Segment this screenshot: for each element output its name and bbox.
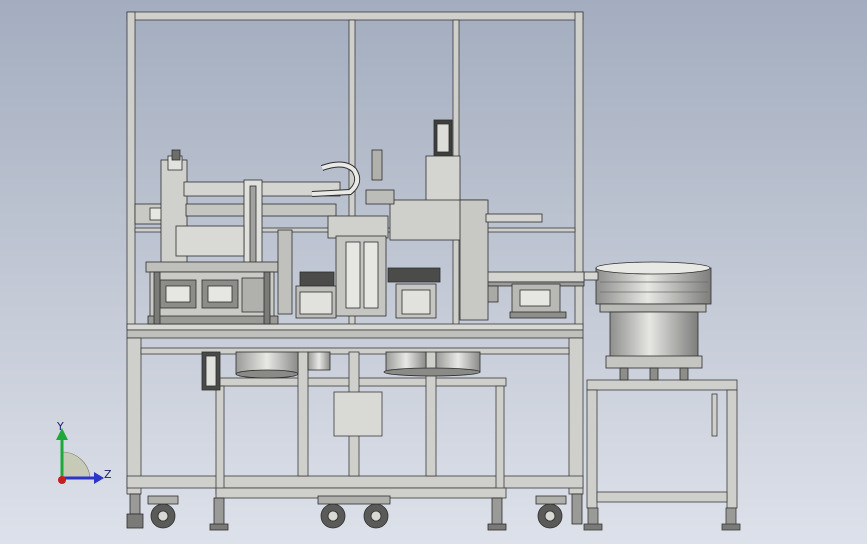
coordinate-triad-icon: Y Z (56, 420, 112, 484)
main-table-casters (126, 493, 583, 531)
assembly-model[interactable]: Y Z (0, 0, 867, 544)
central-assembly-head[interactable] (277, 119, 543, 321)
cad-viewport[interactable]: Y Z (0, 0, 867, 544)
table-top (126, 323, 584, 339)
feeder-stand (583, 379, 741, 531)
base-frame (126, 337, 584, 499)
triad-z-label: Z (104, 468, 112, 481)
triad-y-label: Y (56, 420, 64, 433)
linear-feed-track[interactable] (483, 271, 585, 319)
vibratory-bowl-feeder[interactable] (583, 261, 712, 381)
